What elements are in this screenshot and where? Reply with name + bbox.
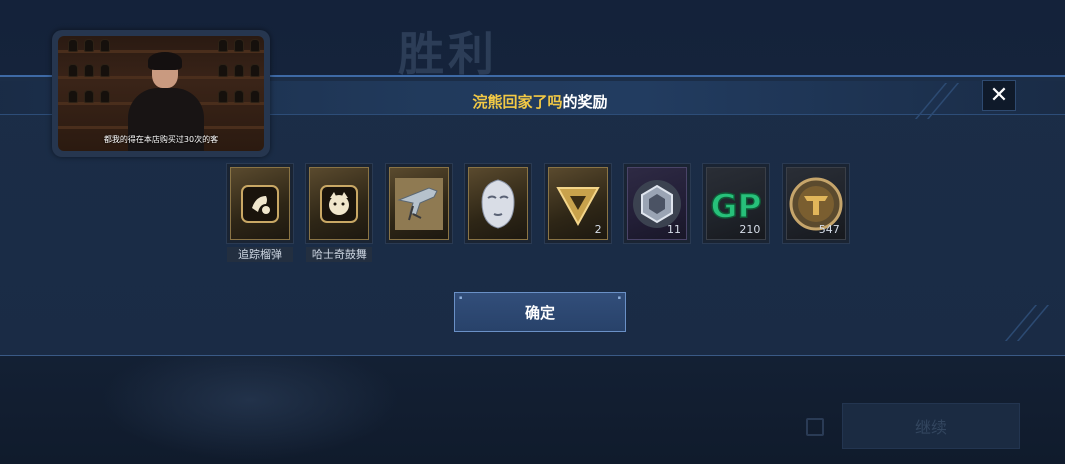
reward-title-suffix: 的奖励 [562, 93, 608, 111]
jar [100, 90, 110, 103]
reward-name: 哈士奇鼓舞 [306, 247, 373, 262]
background-continue-button: 继续 [842, 403, 1020, 449]
reward-name: 追踪榴弹 [227, 247, 293, 262]
reward-item[interactable] [384, 163, 453, 244]
husky-emblem-icon [310, 168, 368, 239]
reward-plate: GP 210 [706, 167, 767, 240]
reward-quantity: 11 [667, 223, 681, 236]
reward-plate [468, 167, 529, 240]
jar [218, 64, 228, 77]
reward-item[interactable]: 2 [543, 163, 612, 244]
jar [68, 90, 78, 103]
jar [100, 39, 110, 52]
mask-icon [469, 168, 527, 239]
reward-title-highlight: 浣熊回家了吗 [472, 93, 563, 111]
background-speaker-icon [806, 418, 824, 436]
reward-item[interactable] [464, 163, 533, 244]
jar [234, 90, 244, 103]
video-screen: 都我的得在本店购买过30次的客 [58, 36, 264, 151]
reward-item[interactable]: 追踪榴弹 [226, 163, 294, 262]
weapon-skin-icon [390, 168, 448, 239]
reward-item[interactable]: 哈士奇鼓舞 [305, 163, 374, 262]
jar [84, 39, 94, 52]
jar [234, 39, 244, 52]
reward-item[interactable]: 11 [623, 163, 691, 244]
jar [250, 39, 260, 52]
reward-plate: 11 [627, 167, 687, 240]
reward-plate [309, 167, 370, 240]
video-pip[interactable]: 都我的得在本店购买过30次的客 [52, 30, 270, 157]
reward-plate [230, 167, 290, 240]
jar [250, 64, 260, 77]
svg-text:GP: GP [711, 186, 762, 225]
reward-item[interactable]: 547 [781, 163, 850, 244]
grenade-emblem-icon [231, 168, 289, 239]
close-button[interactable]: ✕ [982, 80, 1016, 111]
jar [100, 64, 110, 77]
confirm-label: 确定 [524, 303, 555, 322]
reward-item[interactable]: GP 210 [702, 163, 771, 244]
reward-quantity: 210 [739, 223, 761, 236]
reward-plate: 547 [785, 167, 846, 240]
background-map-patch [100, 340, 400, 460]
reward-plate [388, 167, 449, 240]
confirm-corner-mark: ▪ [459, 295, 463, 301]
jar [218, 39, 228, 52]
confirm-corner-mark: ▪ [617, 295, 621, 301]
jar [68, 64, 78, 77]
confirm-button[interactable]: ▪ 确定 ▪ [454, 292, 626, 332]
jar [68, 39, 78, 52]
jar [234, 64, 244, 77]
jar [84, 90, 94, 103]
reward-plate: 2 [547, 167, 608, 240]
jar [218, 90, 228, 103]
reward-quantity: 547 [818, 223, 840, 236]
reward-quantity: 2 [594, 223, 602, 236]
jar [84, 64, 94, 77]
jar [250, 90, 260, 103]
video-caption: 都我的得在本店购买过30次的客 [103, 135, 219, 144]
